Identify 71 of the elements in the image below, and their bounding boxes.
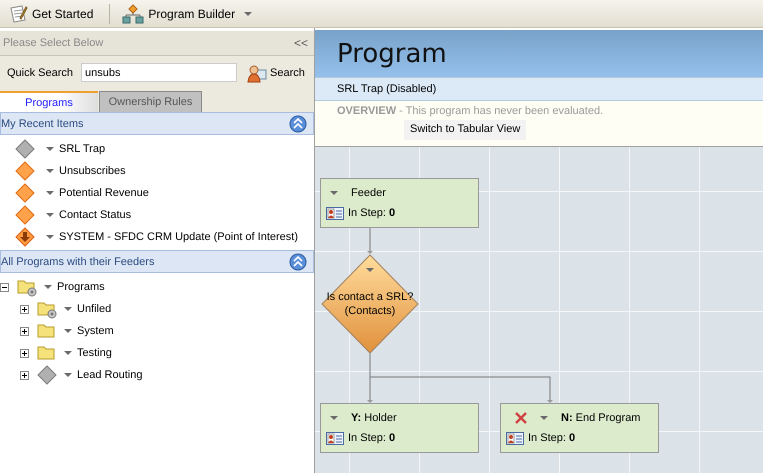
switch-view-button[interactable]: Switch to Tabular View bbox=[404, 120, 526, 140]
diamond-icon bbox=[15, 205, 35, 225]
expand-icon[interactable] bbox=[20, 304, 29, 314]
expand-icon[interactable] bbox=[20, 370, 29, 380]
overview-text: - This program has never been evaluated. bbox=[399, 105, 604, 117]
list-item[interactable]: Potential Revenue bbox=[59, 187, 149, 199]
overview-label: OVERVIEW bbox=[337, 105, 396, 117]
step-node[interactable]: Y: Holder In Step: 0 bbox=[320, 403, 479, 453]
diamond-icon bbox=[15, 227, 35, 247]
tab[interactable]: Programs bbox=[0, 91, 98, 112]
section-title: All Programs with their Feeders bbox=[1, 256, 154, 268]
caret-icon bbox=[365, 266, 375, 274]
collapse-icon[interactable] bbox=[289, 114, 307, 132]
step-node[interactable]: Feeder In Step: 0 bbox=[320, 178, 479, 228]
contact-card-icon bbox=[326, 432, 344, 444]
diamond-icon bbox=[15, 161, 35, 181]
caret-icon bbox=[63, 305, 73, 313]
search-field[interactable]: unsubs bbox=[81, 63, 238, 82]
diamond-icon bbox=[15, 183, 35, 203]
list-item[interactable]: Lead Routing bbox=[77, 369, 142, 381]
caret-icon bbox=[43, 283, 53, 291]
flowchart-icon bbox=[122, 4, 144, 24]
caret-icon bbox=[63, 327, 73, 335]
program-name: SRL Trap (Disabled) bbox=[337, 83, 436, 95]
caret-icon bbox=[45, 189, 55, 197]
caret-icon bbox=[63, 349, 73, 357]
decision-label: Is contact a SRL? (Contacts) bbox=[326, 290, 414, 318]
list-item[interactable]: SRL Trap bbox=[59, 143, 106, 155]
caret-icon bbox=[45, 145, 55, 153]
caret-icon bbox=[329, 414, 339, 422]
node-label: N: End Program bbox=[561, 412, 640, 424]
diamond-icon bbox=[37, 365, 57, 385]
step-count: In Step: 0 bbox=[348, 432, 396, 444]
caret-icon bbox=[45, 211, 55, 219]
notepad-icon bbox=[8, 4, 28, 24]
caret-icon bbox=[63, 371, 73, 379]
list-item[interactable]: System bbox=[77, 325, 114, 337]
connector bbox=[367, 228, 373, 254]
list-item[interactable]: Unsubscribes bbox=[59, 165, 126, 177]
person-search-icon bbox=[247, 62, 268, 82]
program-builder-button[interactable]: Program Builder bbox=[116, 2, 264, 26]
node-label: Y: Holder bbox=[351, 412, 397, 424]
list-item[interactable]: Testing bbox=[77, 347, 112, 359]
collapse-icon[interactable] bbox=[289, 252, 307, 270]
list-item[interactable]: SYSTEM - SFDC CRM Update (Point of Interest) bbox=[59, 231, 298, 243]
list-item[interactable]: Unfiled bbox=[77, 303, 112, 315]
caret-icon bbox=[539, 414, 549, 422]
page-title: Program bbox=[337, 38, 447, 68]
caret-icon bbox=[45, 167, 55, 175]
diamond-icon bbox=[15, 139, 35, 159]
step-count: In Step: 0 bbox=[528, 432, 576, 444]
caret-icon bbox=[45, 233, 55, 241]
step-count: In Step: 0 bbox=[348, 207, 396, 219]
expand-icon[interactable] bbox=[20, 326, 29, 336]
list-item[interactable]: Contact Status bbox=[59, 209, 132, 221]
expand-icon[interactable] bbox=[20, 348, 29, 358]
panel-title: Please Select Below bbox=[3, 37, 104, 49]
list-item[interactable]: Programs bbox=[57, 281, 105, 293]
contact-card-icon bbox=[506, 432, 524, 444]
search-label: Quick Search bbox=[7, 66, 74, 78]
get-started-button[interactable]: Get Started bbox=[2, 2, 100, 26]
search-button[interactable]: Search bbox=[247, 62, 305, 82]
caret-icon bbox=[329, 189, 339, 197]
decision-node[interactable] bbox=[321, 254, 419, 354]
section-title: My Recent Items bbox=[1, 118, 84, 130]
node-label: Feeder bbox=[351, 187, 386, 199]
collapse-icon[interactable] bbox=[0, 282, 9, 292]
tab[interactable]: Ownership Rules bbox=[99, 91, 202, 112]
collapse-button[interactable]: << bbox=[294, 36, 308, 50]
step-node[interactable]: N: End Program In Step: 0 bbox=[500, 403, 659, 453]
contact-card-icon bbox=[326, 206, 344, 220]
